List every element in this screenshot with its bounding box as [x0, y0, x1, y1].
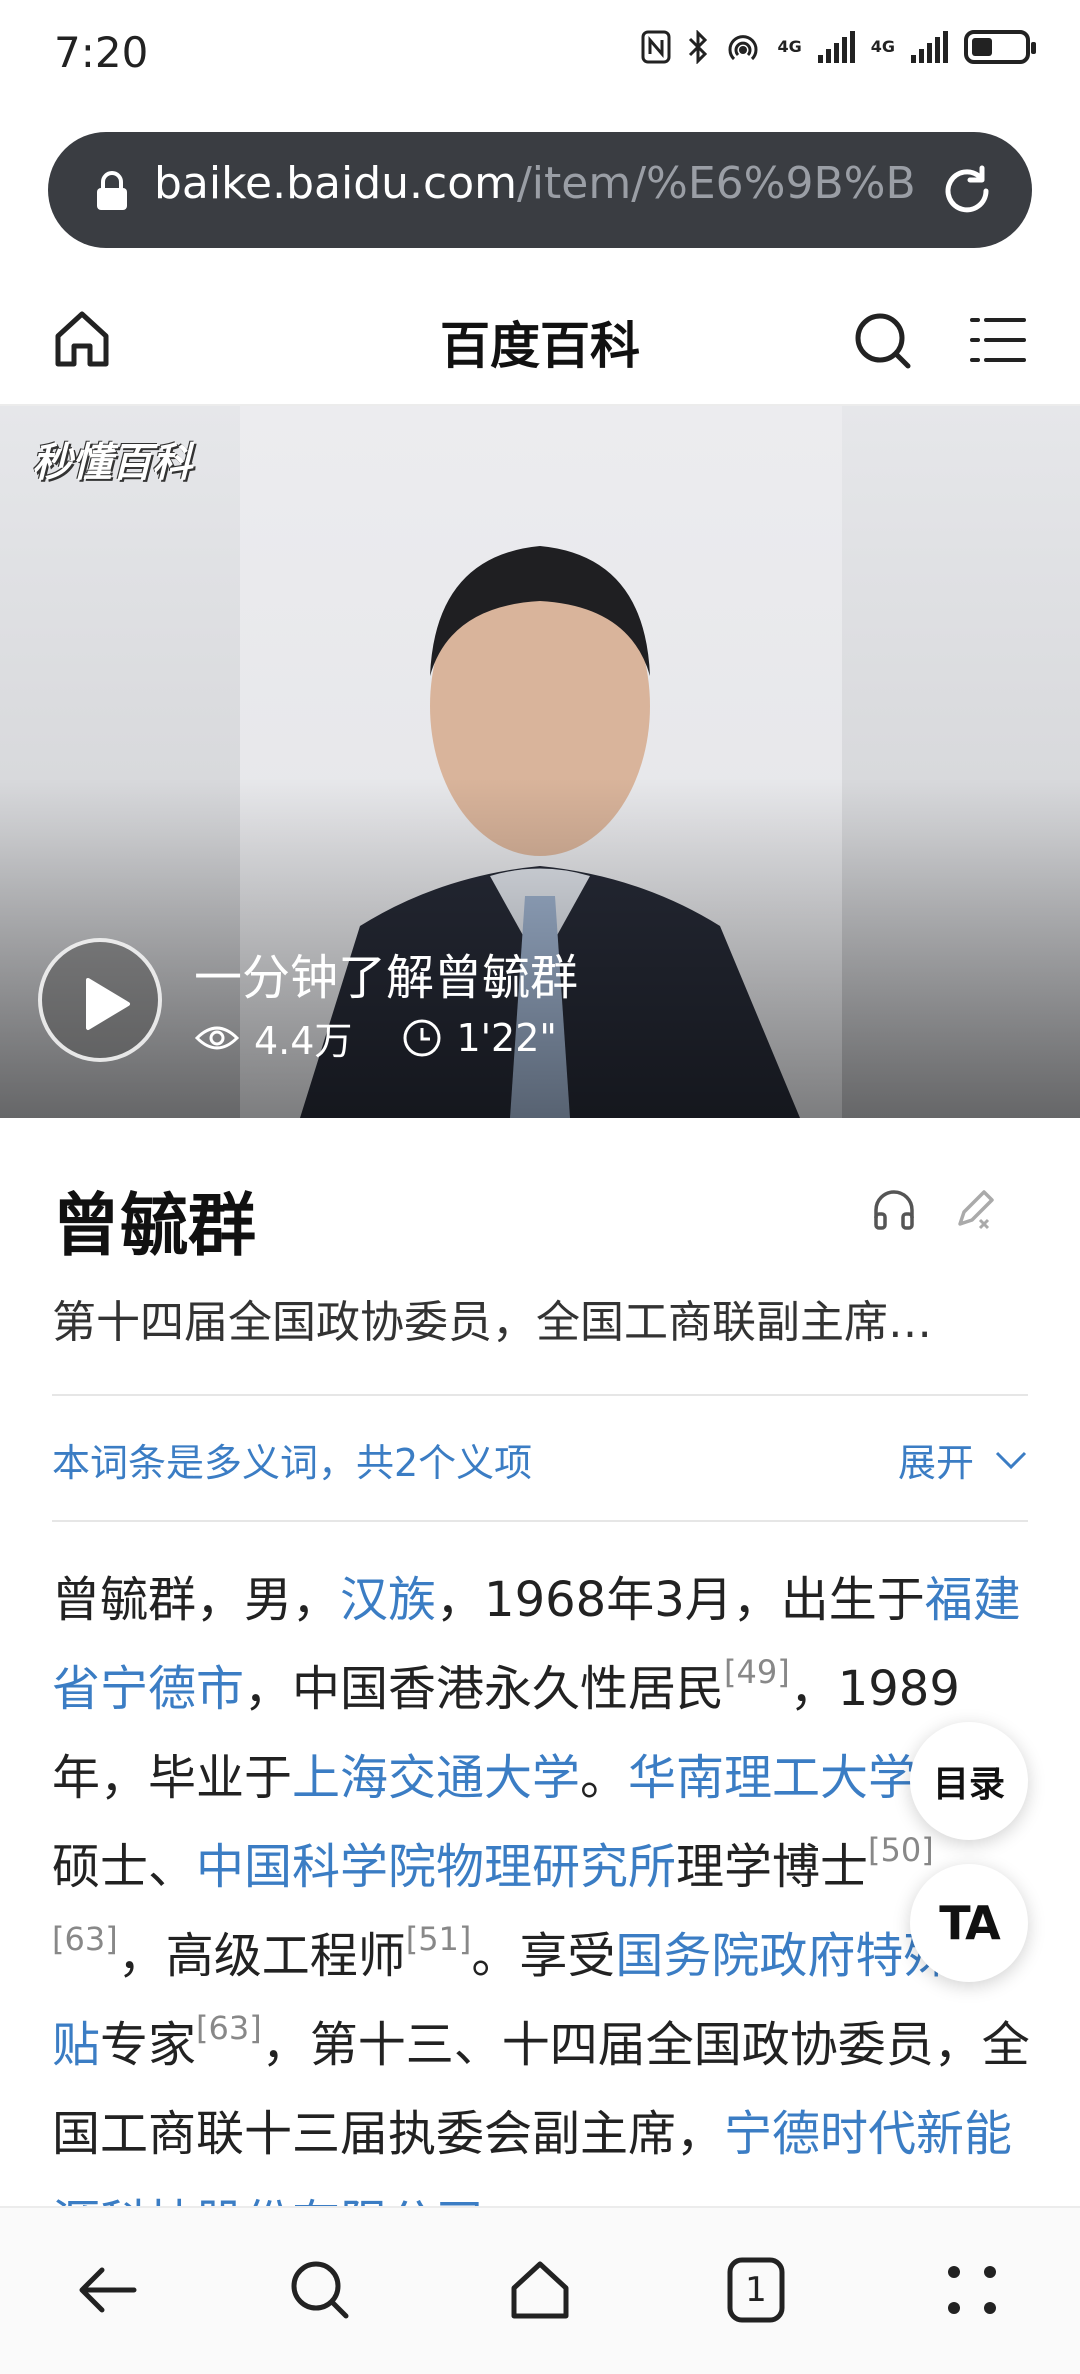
polysemy-notice[interactable]: 本词条是多义词，共2个义项	[52, 1432, 532, 1487]
bluetooth-icon	[689, 30, 708, 64]
reference-link[interactable]: [51]	[406, 1920, 472, 1958]
entry-summary: 第十四届全国政协委员，全国工商联副主席…	[52, 1297, 932, 1348]
eye-icon	[194, 1026, 240, 1049]
status-bar: 7:20 4G 4G	[0, 0, 1080, 110]
search-icon[interactable]	[284, 2254, 356, 2326]
browser-bottom-bar: 1	[0, 2206, 1080, 2374]
link-iop-cas[interactable]: 中国科学院物理研究所	[196, 1839, 676, 1895]
expand-label: 展开	[897, 1441, 974, 1485]
url-host: baike.baidu.com	[154, 158, 517, 209]
link-han-ethnicity[interactable]: 汉族	[340, 1572, 436, 1628]
url-path: /item/%E6%9B%B	[516, 158, 916, 209]
signal-icon-2	[911, 31, 948, 63]
link-scut[interactable]: 华南理工大学	[628, 1750, 916, 1806]
video-banner[interactable]: 秒懂百科 一分钟了解曾毓群 4.4万 1'22"	[0, 406, 1080, 1118]
address-bar[interactable]: baike.baidu.com/item/%E6%9B%B	[48, 132, 1032, 248]
headphones-icon[interactable]	[870, 1186, 918, 1234]
signal-icon	[817, 31, 855, 63]
lock-icon	[97, 171, 127, 210]
tabs-button[interactable]: 1	[720, 2254, 792, 2326]
miaodong-logo: 秒懂百科	[32, 440, 192, 486]
tab-count: 1	[745, 2270, 767, 2310]
entry-title: 曾毓群	[52, 1187, 257, 1266]
entry-paragraph: 曾毓群，男，汉族，1968年3月，出生于福建省宁德市，中国香港永久性居民[49]…	[52, 1556, 1042, 2268]
reference-link[interactable]: [49]	[724, 1653, 790, 1691]
reference-link[interactable]: [63]	[196, 2009, 262, 2047]
battery-icon	[964, 30, 1036, 64]
url-text[interactable]: baike.baidu.com/item/%E6%9B%B	[154, 158, 944, 209]
video-title[interactable]: 一分钟了解曾毓群	[194, 938, 578, 1008]
reload-icon[interactable]	[940, 164, 994, 218]
edit-icon[interactable]	[950, 1186, 998, 1234]
play-icon	[86, 978, 130, 1030]
para-text: 专家	[100, 2017, 197, 2073]
ta-button[interactable]: TA	[910, 1864, 1028, 1982]
hotspot-icon	[729, 35, 758, 61]
network-type-1: 4G	[777, 37, 802, 56]
para-text: 。	[580, 1750, 629, 1806]
menu-icon[interactable]	[968, 310, 1028, 370]
video-duration: 1'22"	[456, 1015, 557, 1060]
clock-icon	[403, 1019, 441, 1056]
para-text: ，高级工程师	[117, 1928, 406, 1984]
para-text: 。享受	[471, 1928, 616, 1984]
search-icon[interactable]	[850, 308, 914, 372]
toc-button[interactable]: 目录	[910, 1722, 1028, 1840]
chevron-down-icon	[995, 1451, 1027, 1469]
nfc-icon	[641, 30, 671, 64]
site-header: 百度百科	[0, 280, 1080, 406]
divider	[52, 1394, 1028, 1396]
play-button[interactable]	[38, 938, 162, 1062]
home-icon[interactable]	[504, 2254, 576, 2326]
back-arrow-icon[interactable]	[72, 2254, 144, 2326]
para-text: ，1968年3月，出生于	[436, 1572, 925, 1628]
site-title[interactable]: 百度百科	[0, 306, 1080, 378]
para-text: 曾毓群，男，	[52, 1572, 341, 1628]
more-icon[interactable]	[936, 2254, 1008, 2326]
view-count: 4.4万	[254, 1019, 353, 1063]
video-meta: 4.4万 1'22"	[194, 1010, 557, 1065]
link-sjtu[interactable]: 上海交通大学	[292, 1750, 580, 1806]
para-text: 理学博士	[676, 1839, 869, 1895]
divider	[52, 1520, 1028, 1522]
para-text: ，中国香港永久性居民	[244, 1661, 725, 1717]
expand-button[interactable]: 展开	[898, 1432, 1028, 1487]
network-type-2: 4G	[870, 37, 895, 56]
status-icons: 4G 4G	[641, 30, 1036, 64]
status-time: 7:20	[54, 28, 149, 77]
